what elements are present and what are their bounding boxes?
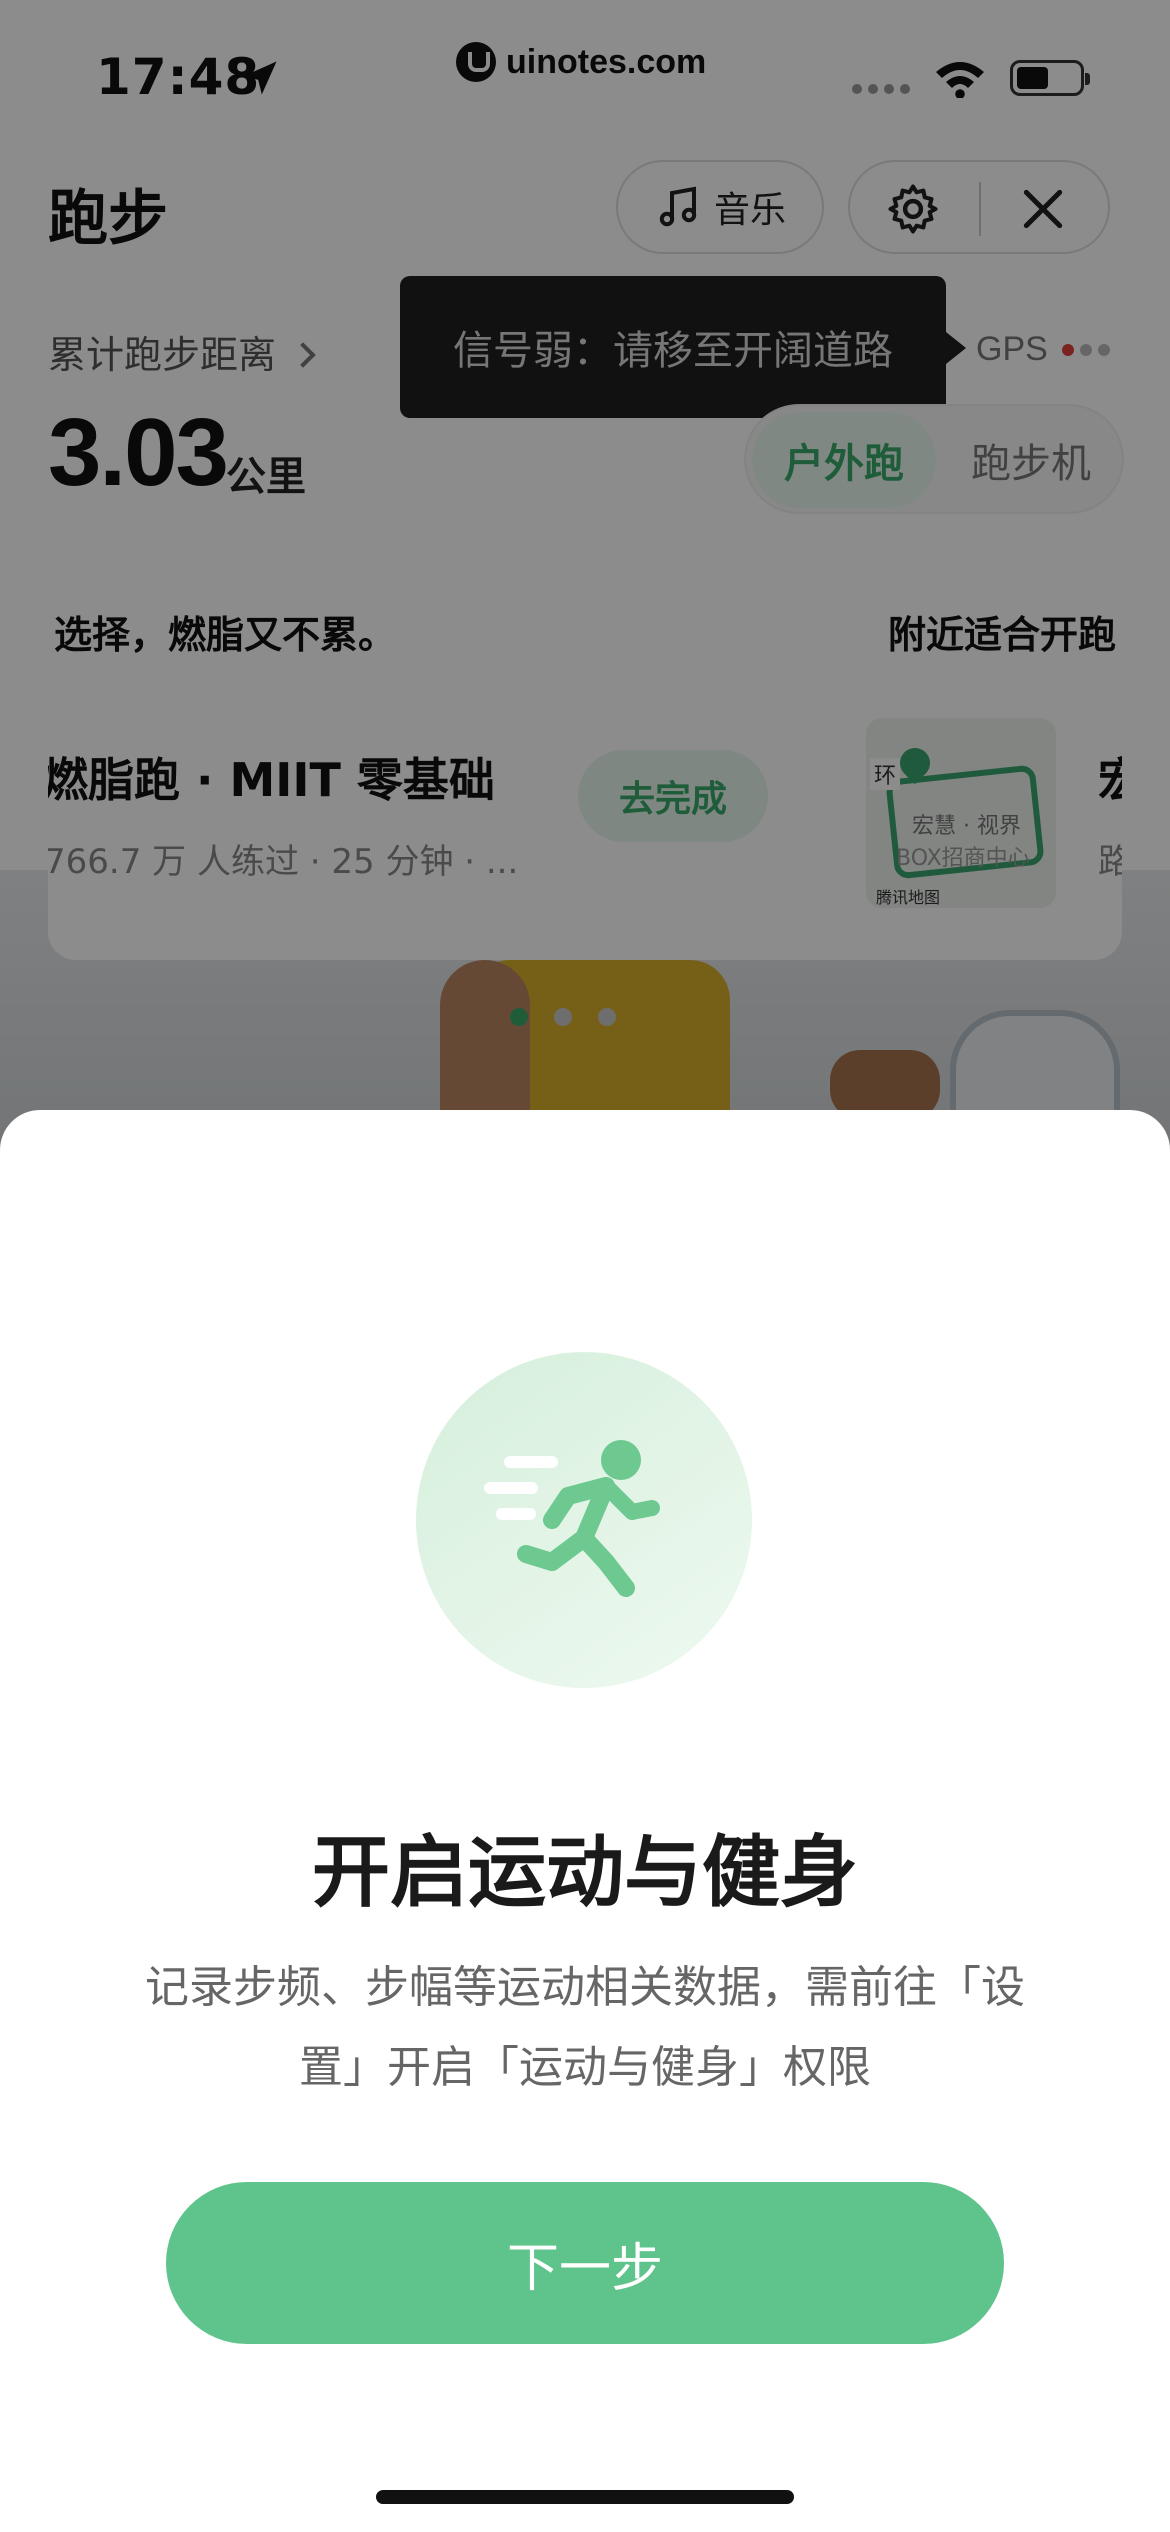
running-figure-icon (484, 1440, 660, 1597)
running-app-background: 17:48 uinotes.com 跑步 音乐 累计跑步距离 3.03 公里 信… (0, 0, 1170, 1160)
running-person-icon (416, 1352, 752, 1688)
permission-bottom-sheet: 开启运动与健身 记录步频、步幅等运动相关数据，需前往「设置」开启「运动与健身」权… (0, 1110, 1170, 2532)
sheet-description: 记录步频、步幅等运动相关数据，需前往「设置」开启「运动与健身」权限 (145, 1962, 1025, 2093)
sheet-title: 开启运动与健身 (311, 1828, 858, 1918)
modal-overlay[interactable] (0, 0, 1170, 1160)
next-step-button[interactable]: 下一步 (166, 2182, 1004, 2344)
home-indicator[interactable] (376, 2490, 794, 2504)
